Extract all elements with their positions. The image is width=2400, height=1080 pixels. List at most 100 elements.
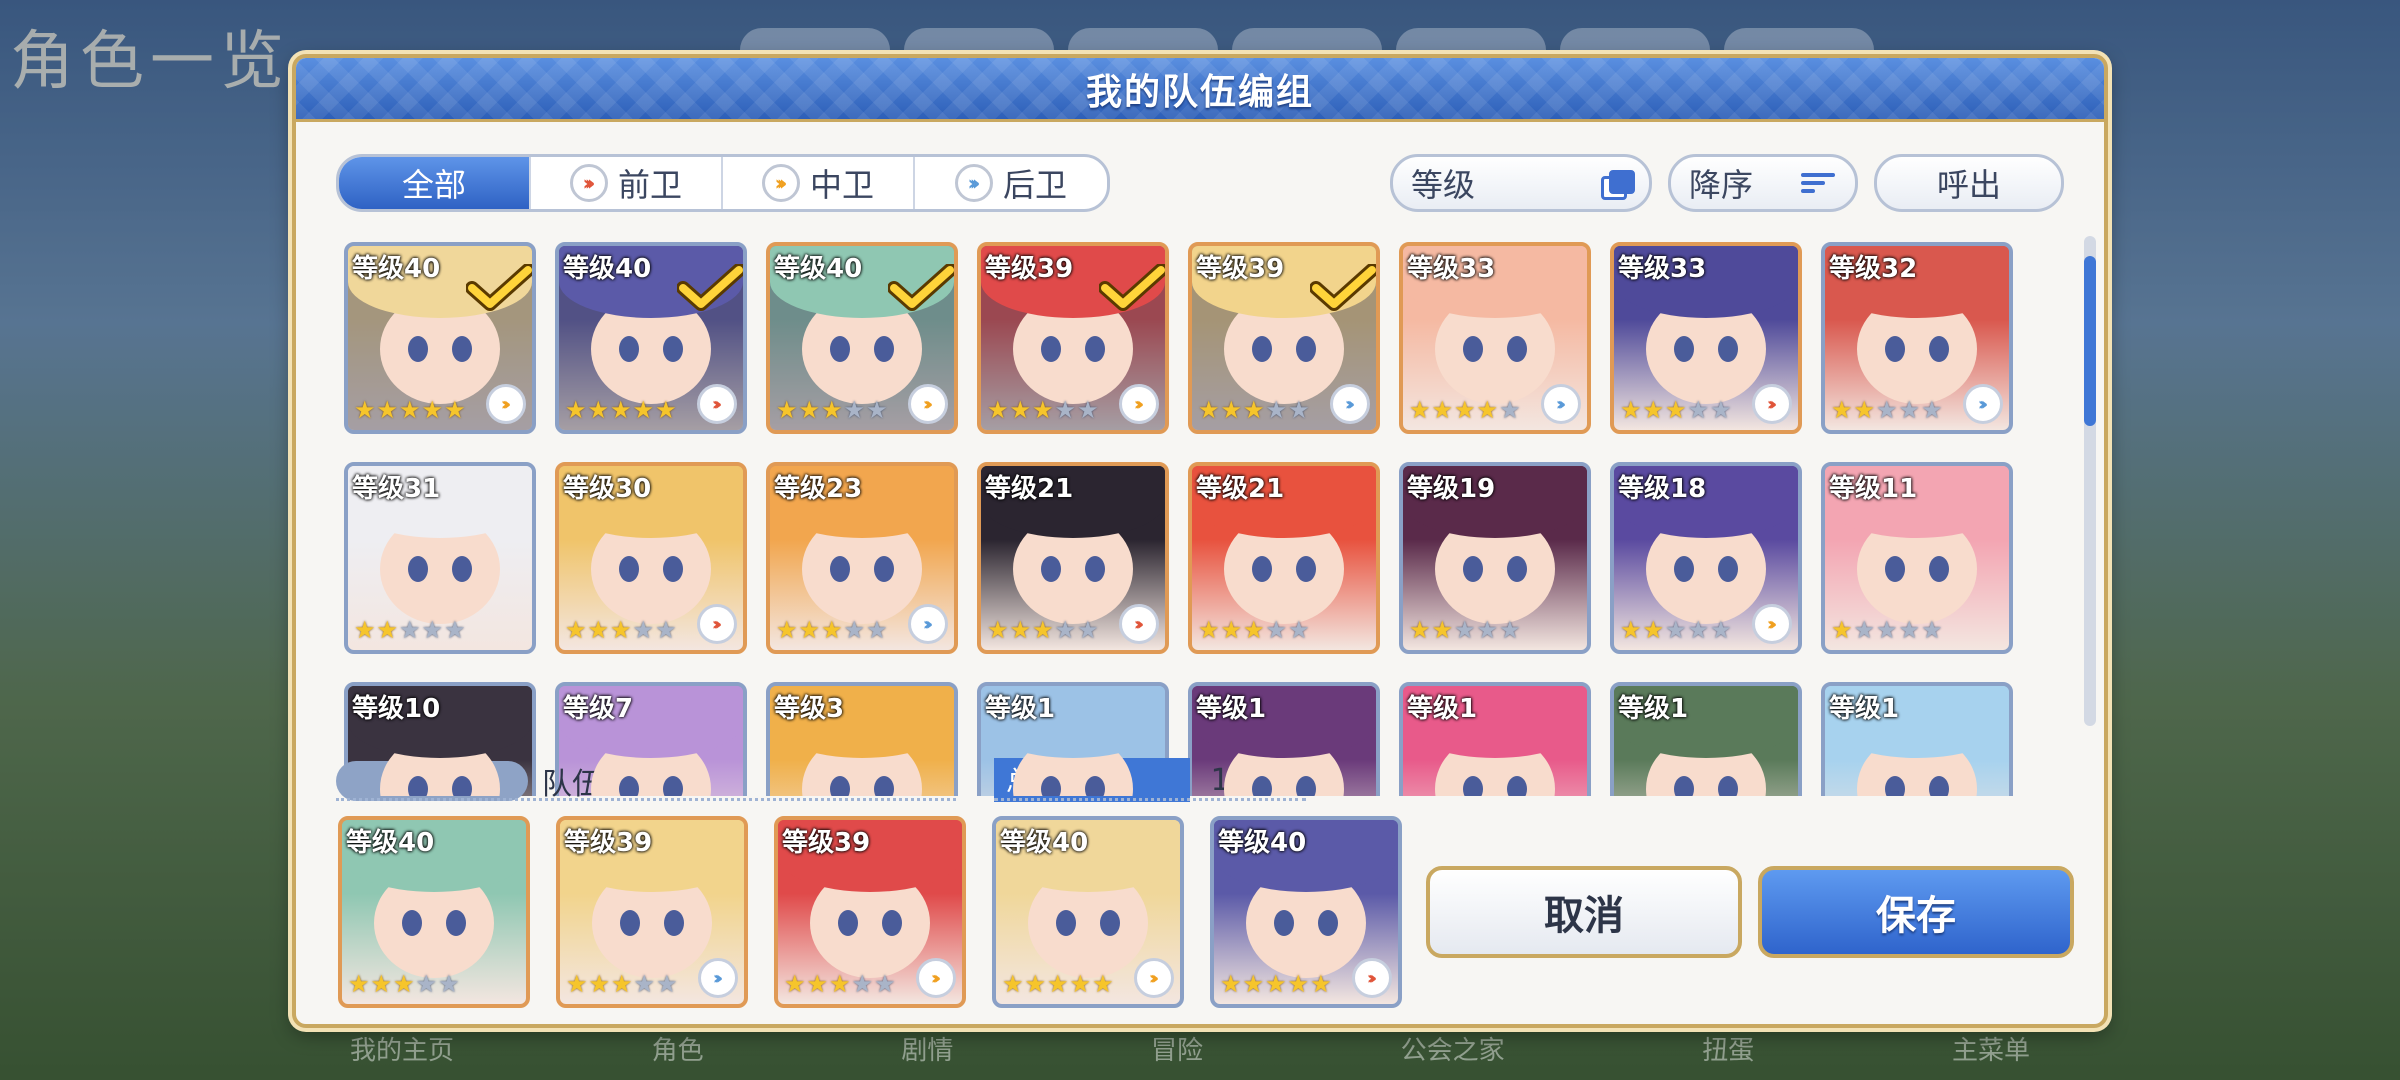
filter-tab-all[interactable]: 全部	[339, 157, 531, 209]
sort-by-level-button[interactable]: 等级	[1390, 154, 1652, 212]
team-edit-dialog: 我的队伍编组 全部 ››› 前卫 ››› 中卫 ››› 后卫 等级 降序 呼出 等级40 ★ ★…	[292, 54, 2108, 1028]
character-card[interactable]: 等级3★★★★★	[766, 682, 958, 796]
character-card[interactable]: 等级40 ★ ★ ★ ★ ★ ›››	[555, 242, 747, 434]
character-card[interactable]: 等级21 ★ ★ ★ ★ ★	[1188, 462, 1380, 654]
character-level: 等级39	[1196, 254, 1285, 284]
character-card[interactable]: 等级21 ★ ★ ★ ★ ★ ›››	[977, 462, 1169, 654]
star-icon: ★	[987, 396, 1009, 424]
character-card[interactable]: 等级39 ★ ★ ★ ★ ★ ›››	[977, 242, 1169, 434]
team-member-card[interactable]: 等级39 ★ ★ ★ ★ ★ ›››	[774, 816, 966, 1008]
character-level: 等级40	[1218, 828, 1307, 858]
background-nav-item: 角色	[651, 1036, 704, 1066]
character-level: 等级39	[782, 828, 871, 858]
scrollbar-thumb[interactable]	[2084, 256, 2096, 426]
character-card[interactable]: 等级40 ★ ★ ★ ★ ★ ›››	[766, 242, 958, 434]
star-icon: ★	[393, 970, 415, 998]
star-icon: ★	[1047, 970, 1069, 998]
filter-tab-back[interactable]: ››› 后卫	[915, 157, 1107, 209]
star-icon: ★	[610, 616, 632, 644]
team-member-card[interactable]: 等级39 ★ ★ ★ ★ ★ ›››	[556, 816, 748, 1008]
star-icon: ★	[1287, 970, 1310, 998]
back-position-icon: ›››	[954, 164, 993, 202]
position-back-icon: ›››	[908, 604, 948, 644]
filter-tab-middle[interactable]: ››› 中卫	[723, 157, 915, 209]
star-rating: ★ ★ ★ ★ ★	[1409, 396, 1521, 424]
character-level: 等级3	[774, 694, 845, 724]
save-button[interactable]: 保存	[1758, 866, 2074, 958]
sort-order-button[interactable]: 降序	[1668, 154, 1858, 212]
star-icon: ★	[655, 616, 677, 644]
team-member-card[interactable]: 等级40 ★ ★ ★ ★ ★ ›››	[1210, 816, 1402, 1008]
character-list[interactable]: 等级40 ★ ★ ★ ★ ★ ››› 等级40 ★ ★ ★ ★ ★ ››› 等级40 ★ ★ ★ ★ ★ ››› 等级39…	[310, 230, 2104, 796]
character-grid: 等级40 ★ ★ ★ ★ ★ ››› 等级40 ★ ★ ★ ★ ★ ››› 等级40 ★ ★ ★ ★ ★ ››› 等级39…	[344, 242, 2013, 796]
star-rating: ★ ★ ★ ★ ★	[1831, 396, 1943, 424]
star-rating: ★ ★ ★ ★ ★	[1620, 616, 1732, 644]
star-icon: ★	[1853, 396, 1876, 424]
star-icon: ★	[1002, 970, 1024, 998]
position-mid-icon: ›››	[1752, 604, 1792, 644]
dialog-title: 我的队伍编组	[1085, 71, 1314, 113]
star-icon: ★	[1710, 616, 1732, 644]
star-icon: ★	[1009, 396, 1032, 424]
character-card[interactable]: 等级33 ★ ★ ★ ★ ★ ›››	[1610, 242, 1802, 434]
star-icon: ★	[1476, 616, 1499, 644]
character-level: 等级33	[1407, 254, 1496, 284]
character-card[interactable]: 等级40 ★ ★ ★ ★ ★ ›››	[344, 242, 536, 434]
call-out-label: 呼出	[1936, 166, 2001, 204]
star-icon: ★	[1431, 616, 1454, 644]
character-card[interactable]: 等级1★★★★★	[1399, 682, 1591, 796]
star-icon: ★	[1069, 970, 1092, 998]
star-rating: ★ ★ ★ ★ ★	[1831, 616, 1943, 644]
star-icon: ★	[784, 970, 806, 998]
character-level: 等级40	[352, 254, 441, 284]
character-card[interactable]: 等级33 ★ ★ ★ ★ ★ ›››	[1399, 242, 1591, 434]
star-icon: ★	[1620, 616, 1642, 644]
star-icon: ★	[376, 616, 399, 644]
character-level: 等级7	[563, 694, 634, 724]
character-level: 等级21	[1196, 474, 1285, 504]
character-level: 等级18	[1618, 474, 1707, 504]
character-list-scrollbar[interactable]	[2084, 236, 2096, 726]
position-filter-tabs: 全部 ››› 前卫 ››› 中卫 ››› 后卫	[336, 154, 1110, 212]
character-card[interactable]: 等级30 ★ ★ ★ ★ ★ ›››	[555, 462, 747, 654]
star-icon: ★	[1220, 396, 1243, 424]
character-card[interactable]: 等级31 ★ ★ ★ ★ ★	[344, 462, 536, 654]
position-front-icon: ›››	[1752, 384, 1792, 424]
star-icon: ★	[565, 616, 587, 644]
character-card[interactable]: 等级39 ★ ★ ★ ★ ★ ›››	[1188, 242, 1380, 434]
star-rating: ★ ★ ★ ★ ★	[784, 970, 896, 998]
star-icon: ★	[843, 616, 866, 644]
star-icon: ★	[421, 396, 444, 424]
star-rating: ★ ★ ★ ★ ★	[354, 396, 466, 424]
star-icon: ★	[1288, 616, 1310, 644]
star-icon: ★	[421, 616, 444, 644]
character-card[interactable]: 等级1★★★★★	[1821, 682, 2013, 796]
cancel-button[interactable]: 取消	[1426, 866, 1742, 958]
call-out-button[interactable]: 呼出	[1874, 154, 2064, 212]
character-card[interactable]: 等级32 ★ ★ ★ ★ ★ ›››	[1821, 242, 2013, 434]
character-card[interactable]: 等级23 ★ ★ ★ ★ ★ ›››	[766, 462, 958, 654]
character-card[interactable]: 等级1★★★★★	[1610, 682, 1802, 796]
team-member-card[interactable]: 等级40 ★ ★ ★ ★ ★ ›››	[992, 816, 1184, 1008]
star-icon: ★	[821, 396, 843, 424]
background-nav-item: 我的主页	[350, 1036, 455, 1066]
character-card[interactable]: 等级19 ★ ★ ★ ★ ★	[1399, 462, 1591, 654]
star-icon: ★	[866, 396, 888, 424]
star-icon: ★	[1921, 616, 1943, 644]
character-card[interactable]: 等级18 ★ ★ ★ ★ ★ ›››	[1610, 462, 1802, 654]
filter-tab-front[interactable]: ››› 前卫	[531, 157, 723, 209]
star-icon: ★	[821, 616, 843, 644]
star-icon: ★	[399, 616, 421, 644]
checkmark-icon	[1099, 264, 1165, 311]
team-member-card[interactable]: 等级40 ★ ★ ★ ★ ★	[338, 816, 530, 1008]
filter-tab-label: 中卫	[809, 166, 874, 204]
star-icon: ★	[1288, 396, 1310, 424]
star-icon: ★	[632, 396, 655, 424]
position-mid-icon: ›››	[486, 384, 526, 424]
star-icon: ★	[610, 396, 632, 424]
star-icon: ★	[843, 396, 866, 424]
position-back-icon: ›››	[1330, 384, 1370, 424]
character-card[interactable]: 等级11 ★ ★ ★ ★ ★	[1821, 462, 2013, 654]
star-icon: ★	[588, 970, 611, 998]
star-icon: ★	[806, 970, 829, 998]
